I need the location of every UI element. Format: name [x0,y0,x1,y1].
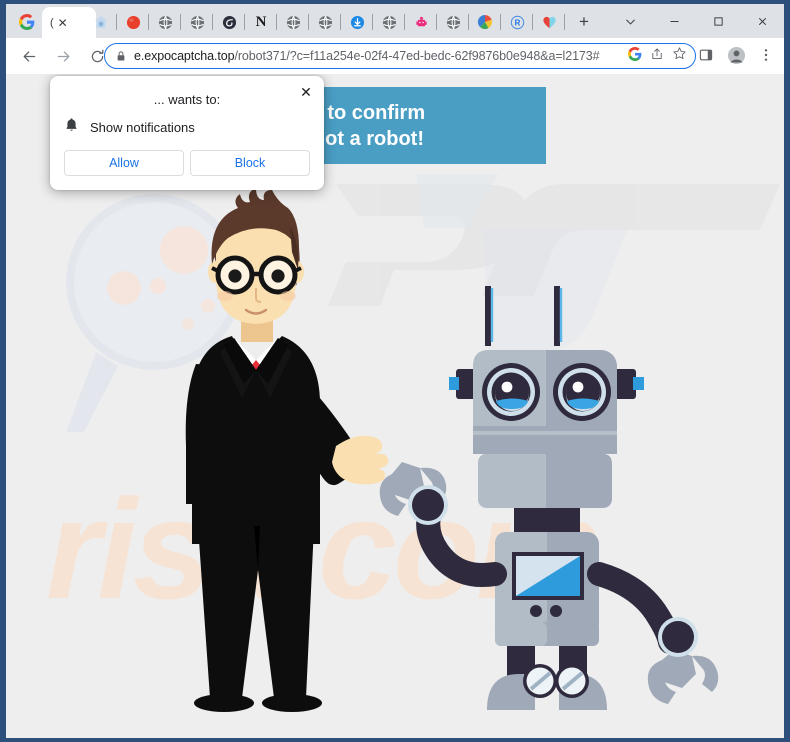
profile-avatar-icon[interactable] [722,41,750,69]
minimize-button[interactable] [652,4,696,38]
tab-separator [532,14,533,30]
tab-strip: ( ✕ N R + [6,4,784,38]
pinned-tab-color-wheel[interactable] [470,8,500,36]
dialog-title: ... wants to: [153,92,221,107]
red-circle-favicon [126,15,140,29]
tab-search-button[interactable] [608,4,652,38]
pinned-tab-heart[interactable] [534,8,564,36]
pinned-tab-letter-r[interactable]: R [502,8,532,36]
pinned-tab-download[interactable] [342,8,372,36]
bookmark-star-icon[interactable] [672,46,687,66]
heart-favicon [542,16,556,28]
pinned-tab-house[interactable] [86,8,116,36]
toolbar-right-actions [692,41,780,69]
dialog-buttons: Allow Block [64,150,310,176]
back-arrow-icon [23,50,35,62]
chevron-down-icon [625,19,635,25]
address-bar[interactable]: e.expocaptcha.top/robot371/?c=f11a254e-0… [104,43,696,69]
pinned-tab-pink-robot[interactable] [406,8,436,36]
share-icon[interactable] [650,47,664,66]
spiral-favicon [222,15,236,29]
tab-separator [244,14,245,30]
globe-favicon [190,15,204,29]
forward-arrow-icon [57,50,69,62]
notification-permission-dialog[interactable]: ✕ ... wants to: Show notifications Allow… [50,76,324,190]
tab-close-icon[interactable]: ✕ [58,17,68,29]
omnibox-actions [628,46,687,66]
color-wheel-favicon [477,14,492,30]
reload-icon [91,49,103,62]
google-favicon [19,14,35,30]
tab-separator [276,14,277,30]
side-panel-icon[interactable] [692,41,720,69]
page-content: risk.com Click «Allow» to confirm that y… [6,74,784,738]
permission-label: Show notifications [90,120,195,135]
block-button[interactable]: Block [190,150,310,176]
back-button[interactable] [14,41,44,71]
tab-separator [372,14,373,30]
globe-favicon [318,15,332,29]
pinned-tab-red-circle[interactable] [118,8,148,36]
window-controls [608,4,784,38]
globe-favicon [286,15,300,29]
tab-separator [180,14,181,30]
tab-separator [340,14,341,30]
globe-favicon [382,15,396,29]
minimize-icon [669,20,679,22]
pinned-tab-globe-2[interactable] [182,8,212,36]
google-lens-icon[interactable] [628,46,642,66]
pinned-tab-globe-6[interactable] [438,8,468,36]
tab-separator [500,14,501,30]
pinned-tab-globe-5[interactable] [374,8,404,36]
forward-button[interactable] [48,41,78,71]
download-blue-favicon [350,15,364,29]
tab-separator [468,14,469,30]
tab-separator [564,14,565,30]
pinned-tab-spiral[interactable] [214,8,244,36]
svg-text:R: R [514,18,520,27]
tab-separator [212,14,213,30]
url-text: e.expocaptcha.top/robot371/?c=f11a254e-0… [134,49,622,63]
browser-window: ( ✕ N R + e.expocaptcha.top/robot371/?c=… [0,0,790,742]
browser-toolbar: e.expocaptcha.top/robot371/?c=f11a254e-0… [6,38,784,74]
tab-separator [404,14,405,30]
pink-robot-favicon [415,16,427,26]
maximize-icon [713,16,723,26]
tab-separator [308,14,309,30]
pinned-tab-letter-n[interactable]: N [246,8,276,36]
letter-r-favicon: R [510,15,524,29]
letter-n-favicon: N [255,13,267,30]
pinned-tab-globe-4[interactable] [310,8,340,36]
lock-icon[interactable] [115,50,127,62]
pinned-tab-globe-3[interactable] [278,8,308,36]
close-icon [758,17,766,25]
pinned-tab-google[interactable] [12,8,42,36]
active-tab-title: ( [50,16,54,29]
bell-icon [64,117,79,138]
url-path: /robot371/?c=f11a254e-02f4-47ed-bedc-62f… [234,49,600,63]
permission-row: Show notifications [64,117,195,138]
tab-separator [116,14,117,30]
maximize-button[interactable] [696,4,740,38]
tab-separator [436,14,437,30]
globe-favicon [446,15,460,29]
tab-separator [148,14,149,30]
house-favicon [95,16,107,28]
chrome-menu-icon[interactable] [752,41,780,69]
businessman-illustration [185,188,389,712]
globe-favicon [158,15,172,29]
new-tab-button[interactable]: + [573,11,595,33]
robot-illustration [379,286,719,710]
browser-frame: ( ✕ N R + e.expocaptcha.top/robot371/?c=… [6,4,784,738]
allow-button[interactable]: Allow [64,150,184,176]
close-window-button[interactable] [740,4,784,38]
url-host: e.expocaptcha.top [134,49,235,63]
pinned-tab-globe-1[interactable] [150,8,180,36]
